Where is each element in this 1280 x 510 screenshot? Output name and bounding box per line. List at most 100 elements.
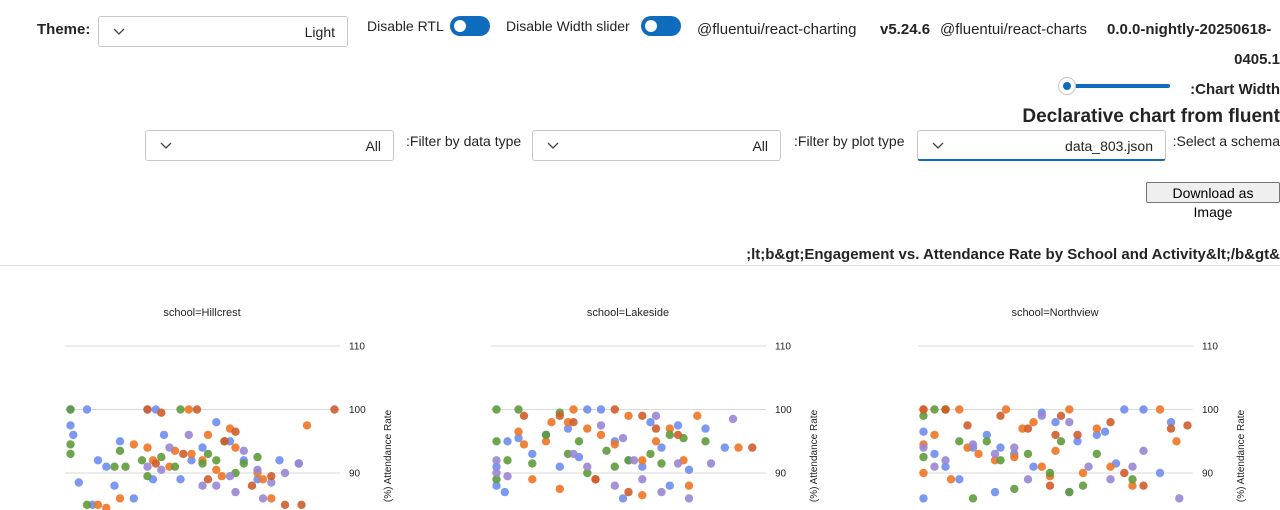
data-point [503,456,512,465]
data-point [66,449,75,459]
data-point [1106,462,1115,471]
data-point [1045,468,1055,478]
data-point [170,462,180,471]
chart-width-slider-track[interactable] [1067,84,1170,88]
data-point [267,472,276,481]
data-point [1051,418,1060,427]
filter-data-type-dropdown[interactable]: All [145,130,394,161]
download-image-button[interactable]: Download as Image [1146,182,1280,220]
toggle-knob [645,20,657,32]
data-point [110,481,119,490]
data-point [638,475,647,484]
data-point [583,462,592,471]
data-point [121,462,130,471]
data-point [1051,446,1060,455]
data-point [1166,424,1176,433]
data-point [212,456,221,465]
data-point [919,452,928,462]
data-point [610,481,619,490]
data-point [1065,418,1074,427]
chevron-down-icon [547,142,559,149]
data-point [618,433,628,443]
data-point [1073,430,1082,440]
data-point [657,443,666,452]
chart-width-label: :Chart Width [1190,81,1280,98]
data-point [253,452,262,462]
data-point [203,430,213,440]
data-point [492,437,501,446]
data-point [1078,481,1088,490]
data-point [996,456,1005,465]
data-point [143,472,152,481]
data-point [294,459,303,468]
data-point [963,421,972,430]
y-tick-label: 110 [349,342,365,353]
data-point [231,427,240,436]
data-point [596,430,606,440]
data-point [1056,437,1066,446]
data-point [555,411,564,420]
filter-data-type-value: All [365,138,381,154]
data-point [492,456,501,465]
data-point [583,405,592,414]
data-point [102,503,111,510]
data-point [1120,405,1129,414]
data-point [492,405,501,414]
filter-plot-type-dropdown[interactable]: All [532,130,781,161]
data-point [591,475,600,484]
panel-title: school=Hillcrest [163,307,240,319]
data-point [1139,405,1148,414]
data-point [1084,462,1093,471]
data-point [1172,437,1181,446]
data-point [129,494,138,503]
data-point [258,475,268,484]
data-point [1065,487,1074,497]
data-point [192,405,202,414]
data-point [492,468,501,478]
data-point [74,478,84,487]
theme-dropdown[interactable]: Light [98,16,348,47]
data-point [280,468,290,478]
data-point [297,500,306,509]
data-point [1010,452,1019,462]
data-point [651,424,661,433]
data-point [212,481,221,490]
disable-rtl-toggle[interactable] [450,16,490,36]
data-point [69,430,78,440]
data-point [159,430,169,440]
disable-width-slider-label: Disable Width slider [506,18,630,34]
disable-rtl-label: Disable RTL [367,18,444,34]
data-point [82,405,92,414]
data-point [955,475,964,484]
data-point [1155,468,1165,478]
data-point [198,443,207,452]
data-point [684,465,694,474]
data-point [734,443,743,452]
disable-width-slider-toggle[interactable] [641,16,681,36]
data-point [198,459,207,468]
data-point [1120,468,1129,478]
data-point [638,456,647,465]
select-schema-dropdown[interactable]: data_803.json [917,130,1166,161]
data-point [66,421,75,430]
data-point [701,437,710,446]
data-point [176,405,185,414]
chart-width-slider-thumb[interactable] [1058,77,1076,95]
data-point [665,430,674,440]
data-point [1128,462,1137,471]
data-point [212,465,221,474]
data-point [638,411,647,420]
panel-title: school=Northview [1011,307,1098,319]
data-point [503,437,512,446]
data-point [673,421,683,430]
data-point [728,414,738,424]
data-point [258,494,268,503]
data-point [919,468,928,478]
select-schema-value: data_803.json [1065,138,1153,154]
data-point [555,484,564,494]
pkg2-version: 0.0.0-nightly-20250618- [1107,21,1272,38]
data-point [1065,405,1074,414]
data-point [143,443,152,452]
data-point [930,430,939,440]
data-point [514,427,523,436]
